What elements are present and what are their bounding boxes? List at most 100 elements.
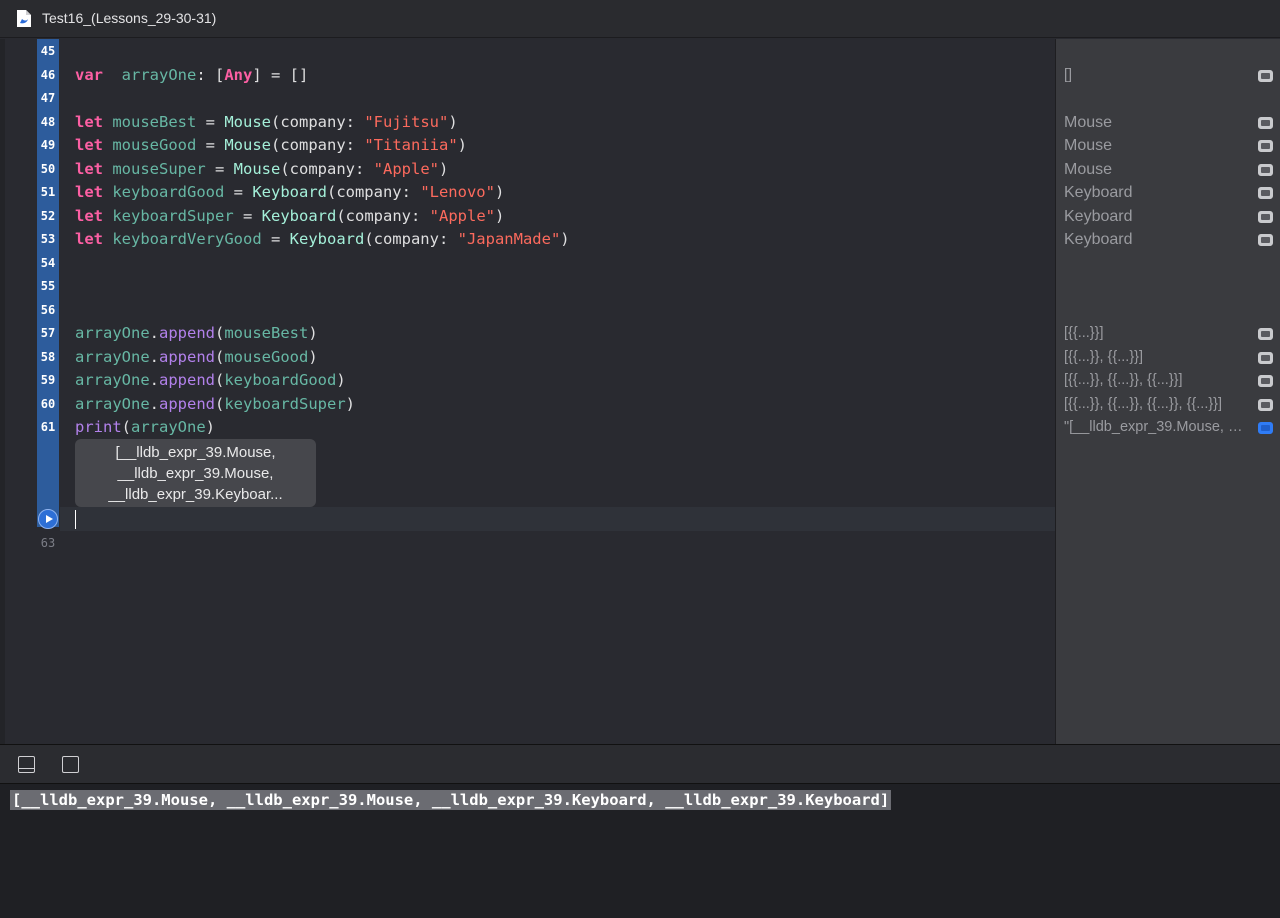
code-line[interactable]: arrayOne.append(mouseBest)	[75, 322, 318, 345]
code-token: arrayOne	[75, 324, 150, 342]
result-value[interactable]: Mouse	[1064, 158, 1246, 181]
result-value[interactable]: Keyboard	[1064, 228, 1246, 251]
debug-bar	[0, 744, 1280, 784]
code-line[interactable]: let mouseBest = Mouse(company: "Fujitsu"…	[75, 111, 458, 134]
line-number: 63	[40, 536, 56, 550]
code-token: .	[149, 347, 159, 366]
code-token: =	[205, 159, 234, 178]
code-token: Keyboard	[289, 230, 365, 248]
code-line[interactable]: arrayOne.append(mouseGood)	[75, 346, 318, 369]
code-token: )	[448, 112, 458, 131]
results-sidebar: [] Mouse Mouse Mouse Keyboard Keyboard Keyboar…	[1055, 39, 1280, 744]
console-toggle-icon[interactable]	[62, 756, 79, 773]
line-number: 50	[40, 161, 56, 176]
code-line[interactable]: arrayOne.append(keyboardSuper)	[75, 393, 355, 416]
quick-look-icon[interactable]	[1258, 422, 1273, 434]
code-line[interactable]: arrayOne.append(keyboardGood)	[75, 369, 346, 392]
code-line[interactable]: let mouseSuper = Mouse(company: "Apple")	[75, 158, 448, 181]
quick-look-icon[interactable]	[1258, 187, 1273, 199]
code-token: mouseBest	[224, 324, 309, 342]
code-token: "Lenovo"	[420, 183, 495, 201]
quick-look-icon[interactable]	[1258, 328, 1273, 340]
code-token: )	[205, 418, 216, 436]
result-value[interactable]: "[__lldb_expr_39.Mouse, __lldb_expr_39.M…	[1064, 416, 1246, 439]
code-token: arrayOne	[131, 418, 206, 436]
code-token: )	[308, 324, 318, 342]
code-token: keyboardVeryGood	[112, 230, 262, 248]
code-token: )	[336, 371, 346, 389]
line-number: 60	[40, 396, 56, 411]
line-number: 58	[40, 349, 56, 364]
code-token: "Apple"	[429, 206, 495, 225]
code-editor[interactable]: var arrayOne: [Any] = [] let mouseBest = …	[5, 39, 1055, 744]
line-number: 56	[40, 302, 56, 317]
code-line[interactable]: let mouseGood = Mouse(company: "Titaniia…	[75, 134, 467, 157]
code-token: Keyboard	[252, 183, 327, 201]
code-token: append	[159, 347, 215, 366]
run-button-icon[interactable]	[38, 509, 58, 529]
code-token: let	[75, 183, 103, 201]
code-token: arrayOne	[75, 394, 150, 413]
code-token: keyboardGood	[112, 183, 225, 201]
code-token: mouseGood	[224, 347, 309, 366]
line-number: 57	[40, 326, 56, 340]
quick-look-icon[interactable]	[1258, 398, 1273, 411]
code-token: "Apple"	[373, 159, 439, 178]
result-value[interactable]: Mouse	[1064, 111, 1246, 134]
code-token: .	[149, 324, 159, 342]
code-line[interactable]: print(arrayOne)	[75, 416, 215, 439]
code-token: mouseGood	[112, 136, 197, 154]
code-line[interactable]: let keyboardVeryGood = Keyboard(company:…	[75, 228, 570, 251]
quick-look-icon[interactable]	[1258, 69, 1273, 82]
code-line[interactable]: var arrayOne: [Any] = []	[75, 64, 308, 87]
result-value[interactable]: [{{...}}, {{...}}, {{...}}]	[1064, 369, 1246, 392]
result-value[interactable]: Keyboard	[1064, 205, 1246, 228]
code-token: .	[149, 394, 159, 413]
result-value[interactable]: [{{...}}, {{...}}]	[1064, 346, 1246, 369]
hide-debug-area-icon[interactable]	[18, 756, 35, 773]
quick-look-icon[interactable]	[1258, 351, 1273, 364]
line-number: 53	[40, 232, 56, 246]
code-token: var	[75, 65, 103, 84]
code-token: "Titaniia"	[364, 136, 458, 154]
code-token: Any	[224, 65, 253, 84]
quick-look-icon[interactable]	[1258, 163, 1273, 176]
code-token: append	[159, 324, 215, 342]
quick-look-icon[interactable]	[1258, 375, 1273, 387]
line-number: 51	[40, 185, 56, 199]
console-area[interactable]: [__lldb_expr_39.Mouse, __lldb_expr_39.Mo…	[0, 784, 1280, 918]
code-token: (company:	[280, 159, 374, 178]
result-value[interactable]: []	[1064, 64, 1246, 87]
code-line[interactable]: let keyboardGood = Keyboard(company: "Le…	[75, 181, 504, 204]
window-title: Test16_(Lessons_29-30-31)	[42, 10, 217, 26]
current-line-highlight	[60, 507, 1055, 531]
result-value[interactable]: [{{...}}, {{...}}, {{...}}, {{...}}]	[1064, 393, 1246, 416]
code-token: let	[75, 206, 103, 225]
quick-look-icon[interactable]	[1258, 210, 1273, 223]
quick-look-icon[interactable]	[1258, 140, 1273, 152]
code-token: =	[196, 136, 225, 154]
quick-look-icon[interactable]	[1258, 116, 1273, 129]
code-token: let	[75, 136, 103, 154]
result-value[interactable]: Keyboard	[1064, 181, 1246, 204]
line-number: 49	[40, 138, 56, 152]
code-token: .	[149, 371, 159, 389]
code-token: (company:	[326, 183, 421, 201]
line-number: 52	[40, 208, 56, 223]
quick-look-icon[interactable]	[1258, 234, 1273, 246]
code-token: =	[196, 112, 225, 131]
code-line[interactable]: let keyboardSuper = Keyboard(company: "A…	[75, 205, 504, 228]
popover-line: __lldb_expr_39.Keyboar...	[108, 486, 283, 503]
line-number: 45	[40, 44, 56, 58]
result-value[interactable]: [{{...}}]	[1064, 322, 1246, 345]
result-value[interactable]: Mouse	[1064, 134, 1246, 157]
code-token: let	[75, 159, 103, 178]
code-token: (company:	[336, 206, 430, 225]
code-token: =	[224, 183, 253, 201]
code-token: )	[345, 394, 356, 413]
code-token: )	[457, 136, 468, 154]
